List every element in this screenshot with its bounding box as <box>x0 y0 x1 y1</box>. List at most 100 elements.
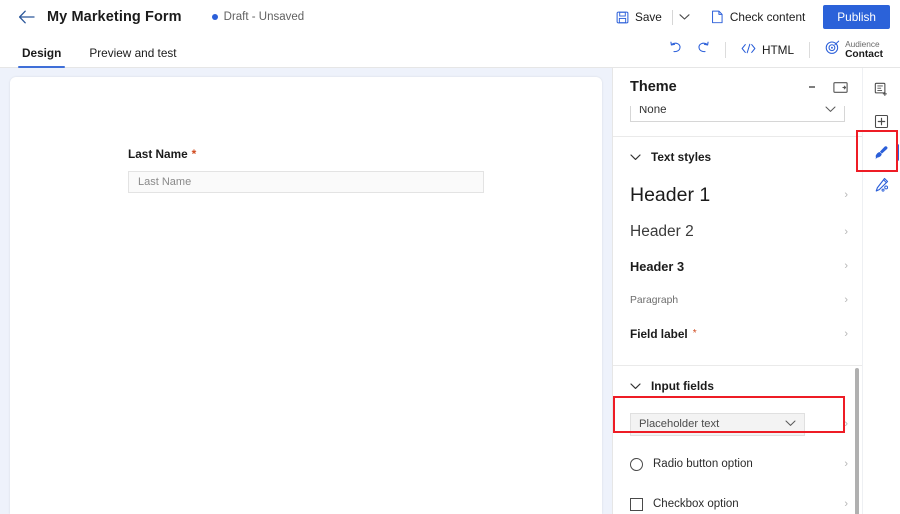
placeholder-text-select[interactable]: Placeholder text <box>630 413 805 436</box>
panel-scroll-area[interactable]: None <box>613 106 862 514</box>
redo-button[interactable] <box>691 38 717 62</box>
last-name-input-placeholder: Last Name <box>138 176 191 188</box>
required-asterisk: * <box>693 329 697 339</box>
audience-contact-button[interactable]: Audience Contact <box>818 37 890 63</box>
style-brush-icon[interactable] <box>867 140 897 166</box>
save-options-button[interactable] <box>675 4 695 30</box>
theme-select-row: None <box>613 106 862 122</box>
check-content-label: Check content <box>730 10 805 24</box>
audience-contact-label: Audience Contact <box>845 40 883 60</box>
radio-option-label: Radio button option <box>653 458 753 470</box>
form-card[interactable]: Last Name * Last Name <box>10 77 602 514</box>
toolbar-divider <box>725 42 726 58</box>
radio-button-icon <box>630 458 643 471</box>
status-text: Draft - Unsaved <box>224 11 305 23</box>
input-style-row-checkbox[interactable]: Checkbox option › <box>613 484 862 514</box>
more-vertical-icon[interactable] <box>804 76 820 98</box>
theme-select[interactable]: None <box>630 106 845 122</box>
text-style-row-header-3[interactable]: Header 3 › <box>613 249 862 283</box>
input-style-row-radio[interactable]: Radio button option › <box>613 444 862 484</box>
chevron-right-icon: › <box>844 294 848 306</box>
field-label-text: Last Name <box>128 147 188 161</box>
panel-title: Theme <box>630 79 677 95</box>
form-designer-app: My Marketing Form Draft - Unsaved Save <box>0 0 900 514</box>
redo-arrow-icon <box>696 41 711 60</box>
add-section-icon[interactable] <box>867 76 897 102</box>
chevron-right-icon: › <box>844 260 848 272</box>
arrow-left-icon <box>18 10 35 24</box>
toolbar-divider <box>809 42 810 58</box>
form-canvas[interactable]: Last Name * Last Name <box>0 68 612 514</box>
editor-tool-rail <box>862 68 900 514</box>
panel-scrollbar-thumb[interactable] <box>855 368 859 514</box>
required-asterisk: * <box>192 148 197 160</box>
tab-design[interactable]: Design <box>18 46 65 67</box>
text-style-row-field-label[interactable]: Field label * › <box>613 317 862 351</box>
last-name-input[interactable]: Last Name <box>128 171 484 193</box>
target-audience-icon <box>825 40 840 60</box>
undo-button[interactable] <box>663 38 689 62</box>
tab-preview-and-test[interactable]: Preview and test <box>85 46 180 67</box>
panel-header: Theme <box>613 68 862 106</box>
status-dot-icon <box>212 14 218 20</box>
section-label: Input fields <box>651 379 714 393</box>
chevron-right-icon: › <box>844 189 848 201</box>
save-disk-icon <box>616 11 629 24</box>
back-button[interactable] <box>14 5 38 29</box>
page-title: My Marketing Form <box>47 9 182 25</box>
html-label: HTML <box>762 43 794 57</box>
input-style-row-placeholder[interactable]: Placeholder text › <box>613 404 862 444</box>
chevron-right-icon: › <box>844 226 848 238</box>
toolbar-divider <box>672 10 673 25</box>
text-style-label-group: Field label * <box>630 327 697 341</box>
text-style-row-header-2[interactable]: Header 2 › <box>613 215 862 249</box>
theme-properties-panel: Theme <box>612 68 862 514</box>
chevron-down-icon <box>630 383 641 390</box>
form-field-last-name[interactable]: Last Name * Last Name <box>10 147 602 193</box>
checkbox-icon <box>630 498 643 511</box>
placeholder-text-value: Placeholder text <box>639 418 719 430</box>
chevron-down-icon <box>785 418 796 430</box>
check-content-button[interactable]: Check content <box>703 4 813 30</box>
chevron-down-icon <box>825 106 836 116</box>
chevron-right-icon: › <box>844 498 848 510</box>
chevron-right-icon: › <box>844 458 848 470</box>
section-header-text-styles[interactable]: Text styles <box>613 137 862 175</box>
field-label: Last Name * <box>128 147 602 161</box>
panel-content: None <box>613 106 862 514</box>
html-button[interactable]: HTML <box>734 38 801 62</box>
save-label: Save <box>635 10 662 24</box>
editor-body: Last Name * Last Name Theme <box>0 68 900 514</box>
text-style-label: Paragraph <box>630 295 678 306</box>
code-brackets-icon <box>741 41 756 59</box>
dock-panel-icon[interactable] <box>830 77 850 97</box>
top-command-bar: My Marketing Form Draft - Unsaved Save <box>0 0 900 34</box>
text-style-row-paragraph[interactable]: Paragraph › <box>613 283 862 317</box>
chevron-right-icon: › <box>844 328 848 340</box>
undo-arrow-icon <box>668 41 683 60</box>
section-label: Text styles <box>651 150 711 164</box>
publish-button[interactable]: Publish <box>823 5 890 29</box>
top-command-actions: Save Check content Publ <box>608 4 890 30</box>
text-style-label: Field label <box>630 327 688 341</box>
tab-strip-actions: HTML Audience Contact <box>663 37 890 67</box>
chevron-down-icon <box>679 8 690 26</box>
text-style-label: Header 3 <box>630 259 684 274</box>
text-style-label: Header 2 <box>630 223 694 241</box>
text-style-label: Header 1 <box>630 184 710 207</box>
add-field-icon[interactable] <box>867 108 897 134</box>
save-button[interactable]: Save <box>608 4 670 30</box>
status-badge: Draft - Unsaved <box>212 11 305 23</box>
document-check-icon <box>711 10 724 24</box>
audience-label-line1: Audience <box>845 40 883 49</box>
checkbox-option-label: Checkbox option <box>653 498 739 510</box>
tab-strip: Design Preview and test <box>0 34 900 68</box>
section-header-input-fields[interactable]: Input fields <box>613 366 862 404</box>
audience-label-line2: Contact <box>845 49 883 60</box>
chevron-down-icon <box>630 154 641 161</box>
text-style-row-header-1[interactable]: Header 1 › <box>613 175 862 215</box>
chevron-right-icon: › <box>844 418 848 430</box>
theme-wand-icon[interactable] <box>867 172 897 198</box>
panel-header-actions <box>804 76 850 98</box>
theme-select-value: None <box>639 106 667 116</box>
